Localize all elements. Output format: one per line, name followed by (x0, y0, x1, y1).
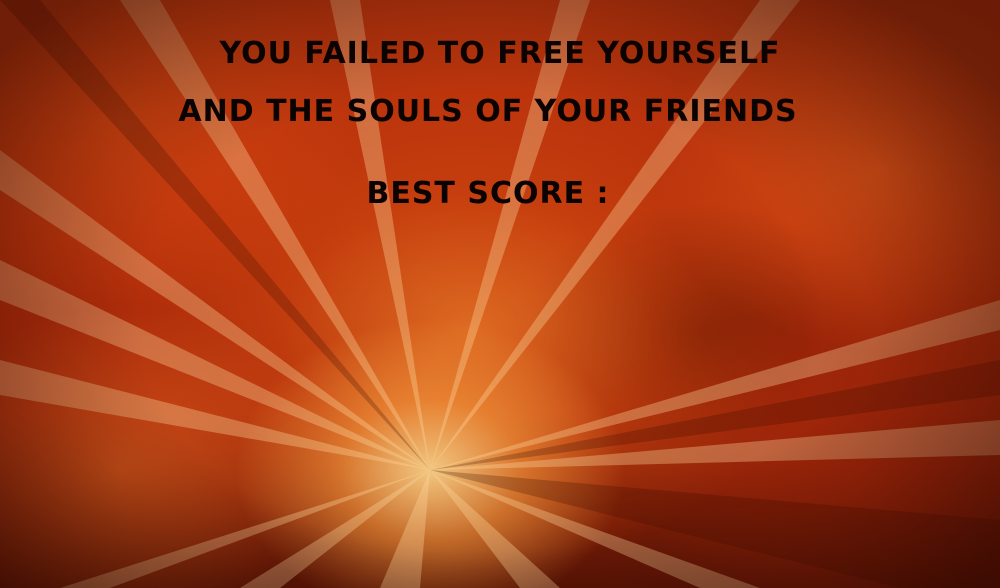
best-score-label: BEST SCORE : (366, 176, 610, 211)
game-over-message-line2: AND THE SOULS OF YOUR FRIENDS (178, 94, 798, 129)
game-over-message-line1: YOU FAILED TO FREE YOURSELF (219, 36, 781, 71)
fire-rays-background (0, 0, 1000, 588)
game-over-screen: YOU FAILED TO FREE YOURSELF AND THE SOUL… (0, 0, 1000, 588)
vignette-overlay (0, 0, 1000, 588)
best-score: BEST SCORE : (0, 176, 992, 212)
